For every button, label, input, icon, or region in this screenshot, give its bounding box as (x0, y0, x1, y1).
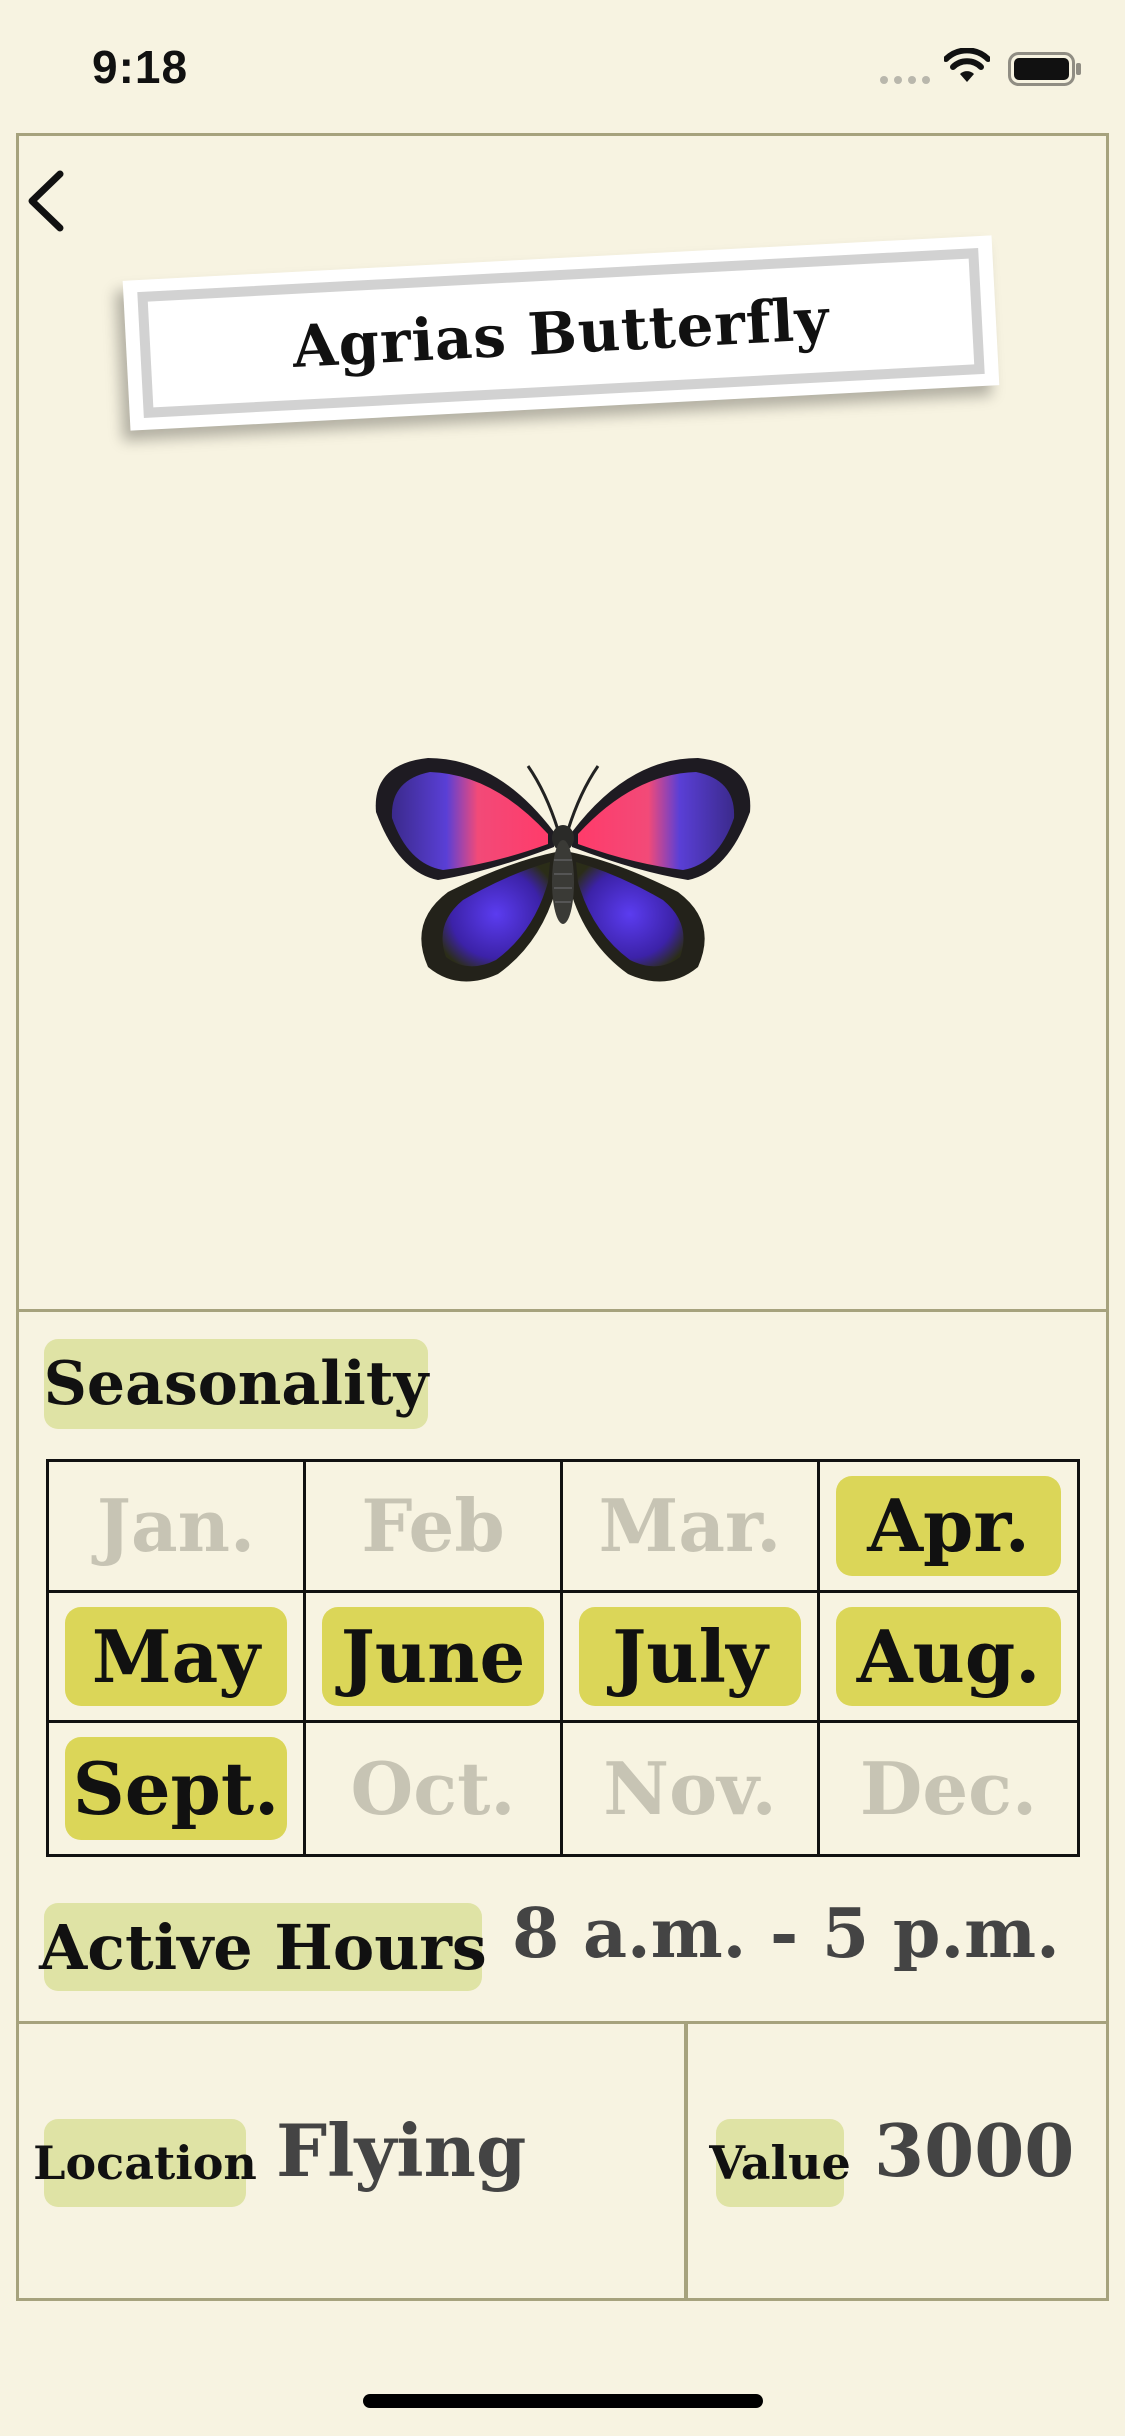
active-hours-label: Active Hours (39, 1903, 487, 1991)
month-label: July (579, 1606, 801, 1707)
month-cell: Nov. (563, 1723, 820, 1854)
month-label: Dec. (859, 1746, 1038, 1832)
month-label: Oct. (350, 1746, 516, 1832)
month-cell: Oct. (306, 1723, 563, 1854)
month-label: Nov. (603, 1746, 777, 1832)
month-label: Aug. (836, 1606, 1061, 1707)
section-divider (16, 2021, 1109, 2024)
page-title: Agrias Butterfly (290, 284, 832, 382)
month-cell: Jan. (49, 1462, 306, 1593)
month-cell: Apr. (820, 1462, 1077, 1593)
month-cell: Sept. (49, 1723, 306, 1854)
location-label: Location (33, 2119, 257, 2207)
chevron-left-icon[interactable] (22, 168, 72, 234)
butterfly-icon (375, 758, 751, 982)
seasonality-label: Seasonality (44, 1339, 428, 1429)
status-bar: 9:18 (0, 0, 1125, 134)
month-cell: June (306, 1592, 563, 1724)
month-label: May (65, 1606, 287, 1707)
month-cell: Aug. (820, 1593, 1077, 1724)
signal-dots-icon (880, 76, 930, 84)
home-indicator[interactable] (363, 2394, 763, 2408)
month-label: Sept. (65, 1737, 287, 1840)
value-number: 3000 (874, 2108, 1075, 2193)
wifi-icon (944, 48, 990, 82)
month-label: Apr. (836, 1476, 1061, 1576)
value-label: Value (709, 2119, 851, 2207)
month-grid: Jan. Feb Mar. Apr. May June July Aug. Sept. Oct. N… (46, 1459, 1080, 1857)
month-cell: Feb (306, 1462, 563, 1593)
location-value: Flying (276, 2108, 527, 2193)
month-cell: Dec. (820, 1723, 1077, 1854)
battery-icon (1008, 52, 1081, 86)
column-divider (684, 2021, 688, 2301)
month-cell: July (563, 1592, 820, 1724)
month-cell: May (49, 1592, 306, 1724)
status-time: 9:18 (92, 41, 189, 93)
month-label: Mar. (598, 1483, 782, 1569)
section-divider (16, 1309, 1109, 1312)
month-label: June (322, 1606, 544, 1707)
month-label: Jan. (96, 1483, 256, 1569)
month-label: Feb (361, 1483, 505, 1569)
title-plaque-border: Agrias Butterfly (137, 248, 985, 418)
month-cell: Mar. (563, 1462, 820, 1593)
active-hours-value: 8 a.m. - 5 p.m. (512, 1894, 1060, 1974)
